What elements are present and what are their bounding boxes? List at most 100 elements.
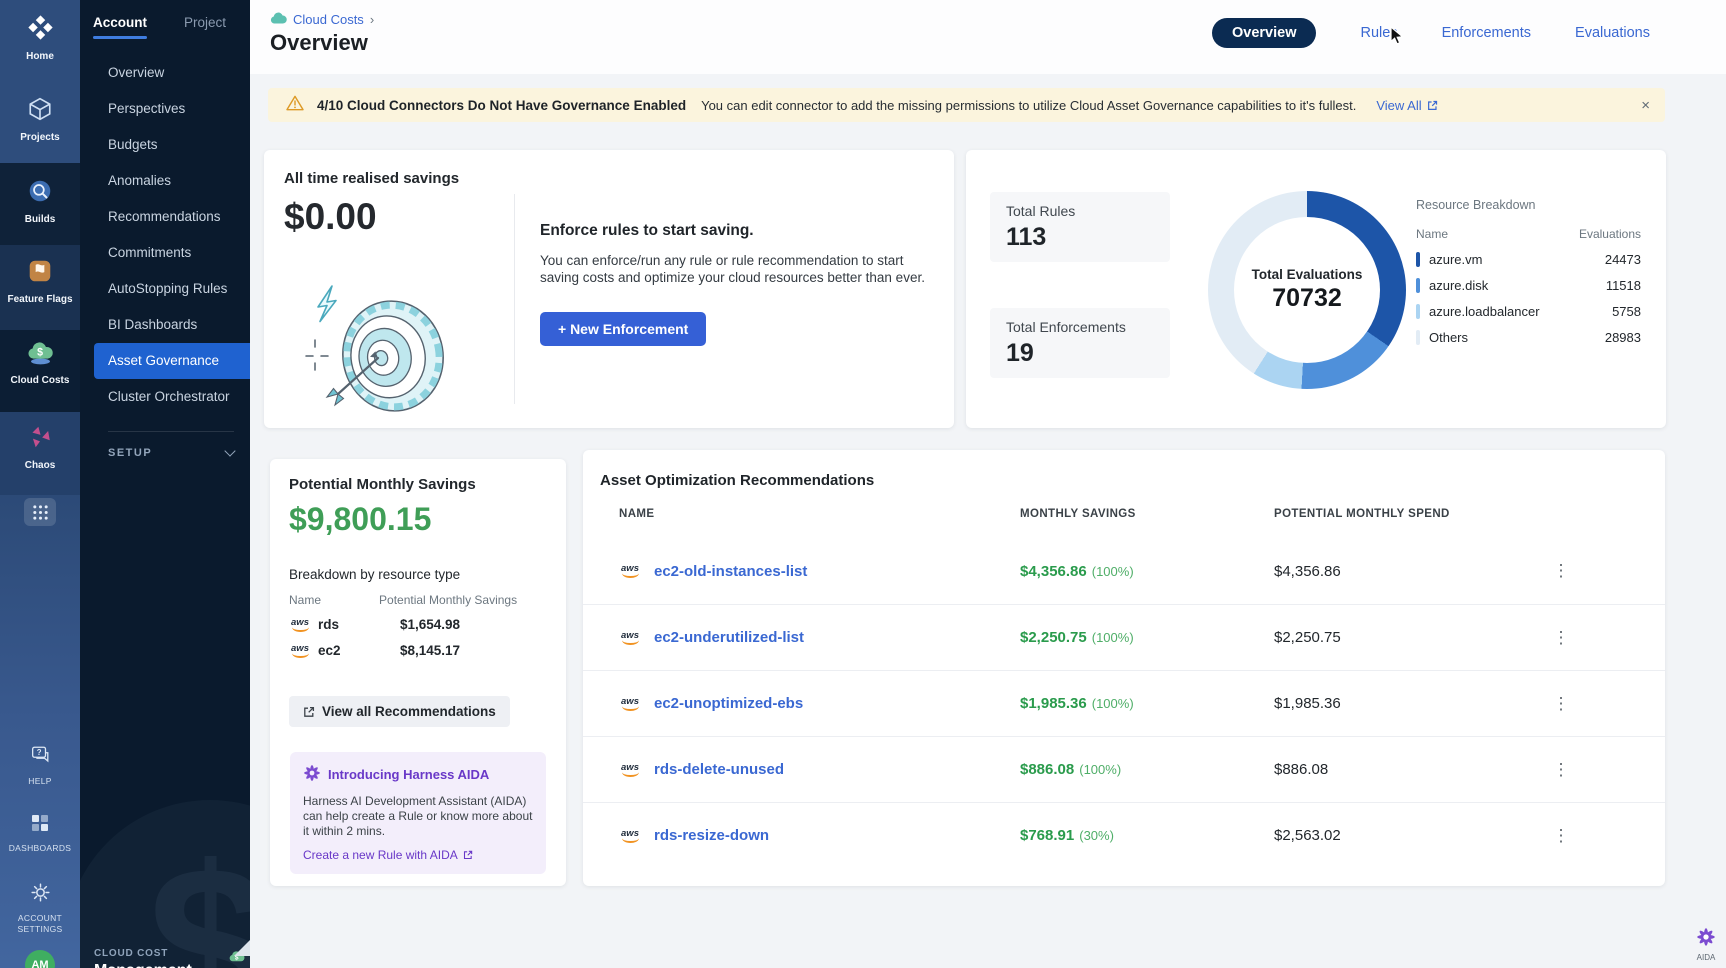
asset-optimization-card: Asset Optimization Recommendations NAME …: [583, 450, 1665, 886]
breakdown-row: aws rds $1,654.98: [289, 617, 547, 632]
total-enforcements-label: Total Enforcements: [1006, 319, 1154, 335]
row-savings-percent: (100%): [1092, 696, 1134, 711]
recommendations-title: Asset Optimization Recommendations: [600, 472, 874, 489]
sidebar-item-anomalies[interactable]: Anomalies: [80, 163, 250, 199]
recommendation-link[interactable]: ec2-unoptimized-ebs: [654, 695, 1020, 712]
recommendations-table-header: NAME MONTHLY SAVINGS POTENTIAL MONTHLY S…: [583, 508, 1665, 520]
sidebar-item-budgets[interactable]: Budgets: [80, 127, 250, 163]
row-menu-kebab-icon[interactable]: ⋮: [1551, 760, 1571, 780]
rail-item-builds[interactable]: Builds: [0, 178, 80, 225]
rail-item-chaos[interactable]: Chaos: [0, 424, 80, 471]
setup-section-toggle[interactable]: SETUP: [108, 447, 234, 459]
module-grid-icon[interactable]: [24, 498, 56, 526]
enforce-cta-title: Enforce rules to start saving.: [540, 222, 932, 240]
legend-row: azure.disk 11518: [1416, 278, 1641, 293]
recommendation-link[interactable]: ec2-underutilized-list: [654, 629, 1020, 646]
legend-row: azure.loadbalancer 5758: [1416, 304, 1641, 319]
breakdown-row: aws ec2 $8,145.17: [289, 643, 547, 658]
all-time-savings-card: All time realised savings $0.00: [264, 150, 954, 428]
sidebar-collapse-handle[interactable]: [234, 940, 250, 956]
total-enforcements-value: 19: [1006, 339, 1154, 368]
sidebar-menu: Overview Perspectives Budgets Anomalies …: [80, 55, 250, 415]
sidebar-item-cluster-orchestrator[interactable]: Cluster Orchestrator: [80, 379, 250, 415]
col-header-potential-spend: POTENTIAL MONTHLY SPEND: [1274, 508, 1665, 520]
recommendation-link[interactable]: rds-delete-unused: [654, 761, 1020, 778]
breakdown-name-header: Name: [289, 593, 321, 607]
rail-item-feature-flags[interactable]: Feature Flags: [0, 258, 80, 305]
cloud-costs-icon: $: [26, 340, 55, 370]
svg-text:?: ?: [37, 748, 42, 757]
resource-savings: $8,145.17: [400, 643, 460, 658]
aida-promo-box: Introducing Harness AIDA Harness AI Deve…: [290, 752, 546, 874]
legend-color-bar: [1416, 252, 1420, 267]
total-rules-label: Total Rules: [1006, 203, 1154, 219]
rail-item-account-settings[interactable]: ACCOUNT SETTINGS: [0, 882, 80, 935]
governance-tabs: Overview Rules Enforcements Evaluations: [1212, 18, 1650, 48]
projects-cube-icon: [27, 96, 53, 127]
dollar-watermark: $: [80, 800, 250, 968]
row-spend: $2,563.02: [1274, 827, 1551, 844]
recommendation-link[interactable]: rds-resize-down: [654, 827, 1020, 844]
total-enforcements-box: Total Enforcements 19: [990, 308, 1170, 378]
dashboards-icon: [30, 813, 50, 838]
aida-promo-title: Introducing Harness AIDA: [328, 767, 489, 782]
enforce-cta-body: You can enforce/run any rule or rule rec…: [540, 252, 932, 286]
create-rule-with-aida-link[interactable]: Create a new Rule with AIDA: [303, 848, 533, 862]
legend-row: azure.vm 24473: [1416, 252, 1641, 267]
col-header-name: NAME: [619, 508, 1020, 520]
row-menu-kebab-icon[interactable]: ⋮: [1551, 826, 1571, 846]
row-spend: $2,250.75: [1274, 629, 1551, 646]
breadcrumb-separator: ›: [370, 12, 374, 27]
view-all-recommendations-button[interactable]: View all Recommendations: [289, 696, 510, 727]
aws-icon: aws: [619, 763, 641, 777]
aws-icon: aws: [619, 697, 641, 711]
gear-icon: [30, 882, 51, 908]
new-enforcement-button[interactable]: + New Enforcement: [540, 312, 706, 346]
legend-row-value: 5758: [1612, 304, 1641, 319]
resource-name: rds: [318, 617, 339, 632]
sidebar-item-autostopping-rules[interactable]: AutoStopping Rules: [80, 271, 250, 307]
sidebar-divider: [108, 431, 234, 432]
tab-account[interactable]: Account: [93, 15, 147, 39]
legend-name-header: Name: [1416, 227, 1448, 241]
recommendations-table-body: aws ec2-old-instances-list $4,356.86 (100…: [583, 538, 1665, 868]
total-rules-value: 113: [1006, 223, 1154, 252]
sidebar-item-bi-dashboards[interactable]: BI Dashboards: [80, 307, 250, 343]
sidebar-item-asset-governance[interactable]: Asset Governance: [94, 343, 250, 379]
rail-item-help[interactable]: ? HELP: [0, 744, 80, 787]
sidebar-item-commitments[interactable]: Commitments: [80, 235, 250, 271]
tab-enforcements[interactable]: Enforcements: [1442, 25, 1531, 41]
banner-view-all-link[interactable]: View All: [1376, 98, 1437, 113]
potential-savings-amount: $9,800.15: [289, 501, 431, 538]
breadcrumb-link-cloud-costs[interactable]: Cloud Costs: [293, 12, 364, 27]
tab-rules[interactable]: Rules: [1360, 25, 1397, 41]
banner-message: You can edit connector to add the missin…: [701, 98, 1356, 113]
tab-overview[interactable]: Overview: [1212, 18, 1317, 48]
user-avatar[interactable]: AM: [25, 950, 55, 968]
sidebar-item-recommendations[interactable]: Recommendations: [80, 199, 250, 235]
row-menu-kebab-icon[interactable]: ⋮: [1551, 561, 1571, 581]
close-icon[interactable]: ×: [1641, 97, 1650, 114]
banner-title: 4/10 Cloud Connectors Do Not Have Govern…: [317, 98, 686, 113]
sidebar-item-perspectives[interactable]: Perspectives: [80, 91, 250, 127]
row-savings: $4,356.86: [1020, 563, 1087, 580]
recommendation-link[interactable]: ec2-old-instances-list: [654, 563, 1020, 580]
svg-text:$: $: [37, 347, 43, 359]
rail-item-cloud-costs[interactable]: $ Cloud Costs: [0, 340, 80, 386]
app-root: Home Projects Builds Feature Flags $ Clo…: [0, 0, 1726, 968]
sidebar-item-overview[interactable]: Overview: [80, 55, 250, 91]
tab-evaluations[interactable]: Evaluations: [1575, 25, 1650, 41]
chaos-icon: [27, 424, 53, 455]
rail-item-projects[interactable]: Projects: [0, 96, 80, 143]
rail-item-dashboards[interactable]: DASHBOARDS: [0, 813, 80, 854]
legend-title: Resource Breakdown: [1416, 198, 1641, 212]
donut-center-value: 70732: [1272, 284, 1342, 313]
rail-label: HELP: [28, 776, 51, 787]
tab-project[interactable]: Project: [184, 15, 226, 39]
row-menu-kebab-icon[interactable]: ⋮: [1551, 694, 1571, 714]
row-menu-kebab-icon[interactable]: ⋮: [1551, 628, 1571, 648]
aida-fab[interactable]: AIDA: [1696, 927, 1716, 962]
rail-item-home[interactable]: Home: [0, 14, 80, 62]
active-tab-underline: [93, 36, 147, 39]
legend-row-value: 24473: [1605, 252, 1641, 267]
